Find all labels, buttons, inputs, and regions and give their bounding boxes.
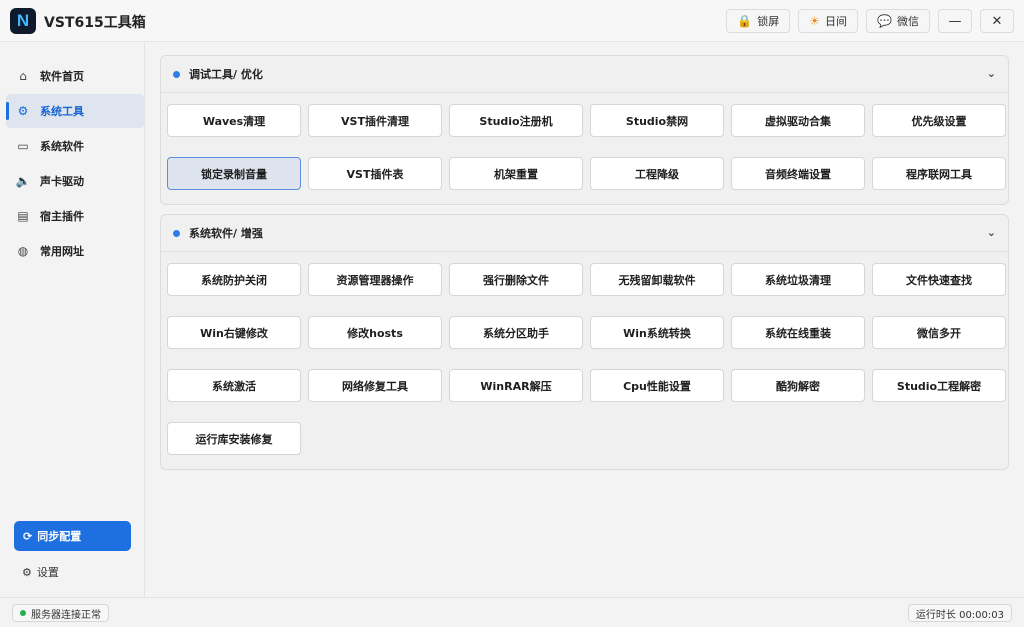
sidebar-item-label: 软件首页 [40, 70, 84, 83]
tool-button[interactable]: Win右键修改 [167, 316, 301, 349]
tool-button[interactable]: 文件快速查找 [872, 263, 1006, 296]
settings-gear-icon: ⚙ [22, 565, 32, 579]
tool-button[interactable]: 工程降级 [590, 157, 724, 190]
minimize-icon: — [948, 13, 962, 29]
sidebar-item-home[interactable]: ⌂ 软件首页 [6, 59, 144, 93]
status-bar: 服务器连接正常 运行时长 00:00:03 [0, 597, 1024, 627]
minimize-button[interactable]: — [938, 9, 972, 33]
lock-icon: 🔒 [737, 14, 753, 28]
sidebar: ⌂ 软件首页 ⚙ 系统工具 ▭ 系统软件 🔈 声卡驱动 ▤ 宿主插件 ◍ 常用网… [0, 43, 145, 597]
tool-button[interactable]: 运行库安装修复 [167, 422, 301, 455]
sync-config-label: 同步配置 [37, 530, 82, 543]
app-title: VST615工具箱 [44, 15, 146, 31]
chevron-down-icon[interactable]: ⌄ [987, 67, 996, 80]
sidebar-item-sound-drivers[interactable]: 🔈 声卡驱动 [6, 164, 144, 198]
sidebar-item-system-software[interactable]: ▭ 系统软件 [6, 129, 144, 163]
folder-icon: ▭ [17, 139, 29, 153]
runtime-badge: 运行时长 00:00:03 [907, 604, 1012, 622]
tool-button[interactable]: 优先级设置 [872, 104, 1006, 137]
tool-button[interactable]: Studio禁网 [590, 104, 724, 137]
close-button[interactable]: ✕ [980, 9, 1014, 33]
bullet-dot-icon [173, 70, 180, 78]
speaker-icon: 🔈 [15, 174, 31, 188]
runtime-label: 运行时长 00:00:03 [915, 609, 1004, 621]
tool-button[interactable]: 音频终端设置 [731, 157, 865, 190]
tool-button[interactable]: Cpu性能设置 [590, 369, 724, 402]
sidebar-item-label: 宿主插件 [40, 210, 84, 223]
tool-button[interactable]: 酷狗解密 [731, 369, 865, 402]
lock-screen-button[interactable]: 🔒 锁屏 [726, 9, 791, 33]
day-mode-button[interactable]: ☀ 日间 [798, 9, 859, 33]
tool-button[interactable]: 修改hosts [308, 316, 442, 349]
tool-button[interactable]: Studio工程解密 [872, 369, 1006, 402]
button-grid: 系统防护关闭 资源管理器操作 强行删除文件 无残留卸载软件 系统垃圾清理 文件快速查找 Wi… [167, 263, 1006, 455]
sync-config-button[interactable]: ⟳ 同步配置 [14, 521, 131, 551]
sun-icon: ☀ [809, 14, 821, 28]
chat-bubble-icon: 💬 [877, 14, 892, 28]
wechat-label: 微信 [897, 15, 919, 28]
button-grid: Waves清理 VST插件清理 Studio注册机 Studio禁网 虚拟驱动合集 优先级… [167, 104, 1006, 190]
sidebar-item-label: 声卡驱动 [40, 175, 84, 188]
globe-icon: ◍ [17, 244, 29, 258]
tool-button[interactable]: WinRAR解压 [449, 369, 583, 402]
title-bar: N VST615工具箱 🔒 锁屏 ☀ 日间 💬 微信 — ✕ [0, 0, 1024, 42]
status-ok-icon [20, 610, 26, 616]
document-icon: ▤ [17, 209, 29, 223]
panel-debug-tools: 调试工具/ 优化 ⌄ Waves清理 VST插件清理 Studio注册机 Studio… [160, 55, 1009, 205]
day-mode-label: 日间 [825, 15, 848, 28]
tool-button[interactable]: 系统激活 [167, 369, 301, 402]
sidebar-item-label: 系统软件 [40, 140, 84, 153]
tool-button[interactable]: 资源管理器操作 [308, 263, 442, 296]
sidebar-item-common-urls[interactable]: ◍ 常用网址 [6, 234, 144, 268]
panel-title: 系统软件/ 增强 [189, 227, 263, 240]
tool-button[interactable]: Studio注册机 [449, 104, 583, 137]
tool-button[interactable]: 虚拟驱动合集 [731, 104, 865, 137]
tool-button[interactable]: VST插件表 [308, 157, 442, 190]
sidebar-item-system-tools[interactable]: ⚙ 系统工具 [6, 94, 144, 128]
tool-button[interactable]: 无残留卸载软件 [590, 263, 724, 296]
tool-button[interactable]: 系统防护关闭 [167, 263, 301, 296]
tool-button[interactable]: 机架重置 [449, 157, 583, 190]
tool-button[interactable]: 系统分区助手 [449, 316, 583, 349]
sidebar-item-label: 常用网址 [40, 245, 84, 258]
panel-header[interactable]: 调试工具/ 优化 ⌄ [161, 56, 1008, 93]
bullet-dot-icon [173, 229, 180, 237]
server-status-label: 服务器连接正常 [31, 609, 101, 621]
tool-button[interactable]: Win系统转换 [590, 316, 724, 349]
tool-button[interactable]: 网络修复工具 [308, 369, 442, 402]
tool-button[interactable]: 微信多开 [872, 316, 1006, 349]
wechat-button[interactable]: 💬 微信 [866, 9, 930, 33]
settings-link[interactable]: ⚙ 设置 [22, 564, 59, 580]
tool-button[interactable]: 锁定录制音量 [167, 157, 301, 190]
chevron-down-icon[interactable]: ⌄ [987, 226, 996, 239]
tool-button[interactable]: Waves清理 [167, 104, 301, 137]
sidebar-item-label: 系统工具 [40, 105, 84, 118]
panel-header[interactable]: 系统软件/ 增强 ⌄ [161, 215, 1008, 252]
settings-label: 设置 [36, 566, 59, 579]
tool-button[interactable]: 系统在线重装 [731, 316, 865, 349]
app-logo-icon: N [10, 8, 36, 34]
server-status-badge: 服务器连接正常 [12, 604, 109, 622]
tool-button[interactable]: 系统垃圾清理 [731, 263, 865, 296]
sidebar-item-host-plugins[interactable]: ▤ 宿主插件 [6, 199, 144, 233]
gear-icon: ⚙ [17, 104, 29, 118]
home-icon: ⌂ [19, 69, 27, 83]
tool-button[interactable]: 程序联网工具 [872, 157, 1006, 190]
lock-screen-label: 锁屏 [757, 15, 780, 28]
tool-button[interactable]: VST插件清理 [308, 104, 442, 137]
close-icon: ✕ [991, 13, 1003, 29]
sync-icon: ⟳ [23, 529, 33, 543]
panel-system-software: 系统软件/ 增强 ⌄ 系统防护关闭 资源管理器操作 强行删除文件 无残留卸载软件 系统垃… [160, 214, 1009, 470]
tool-button[interactable]: 强行删除文件 [449, 263, 583, 296]
panel-title: 调试工具/ 优化 [189, 68, 263, 81]
